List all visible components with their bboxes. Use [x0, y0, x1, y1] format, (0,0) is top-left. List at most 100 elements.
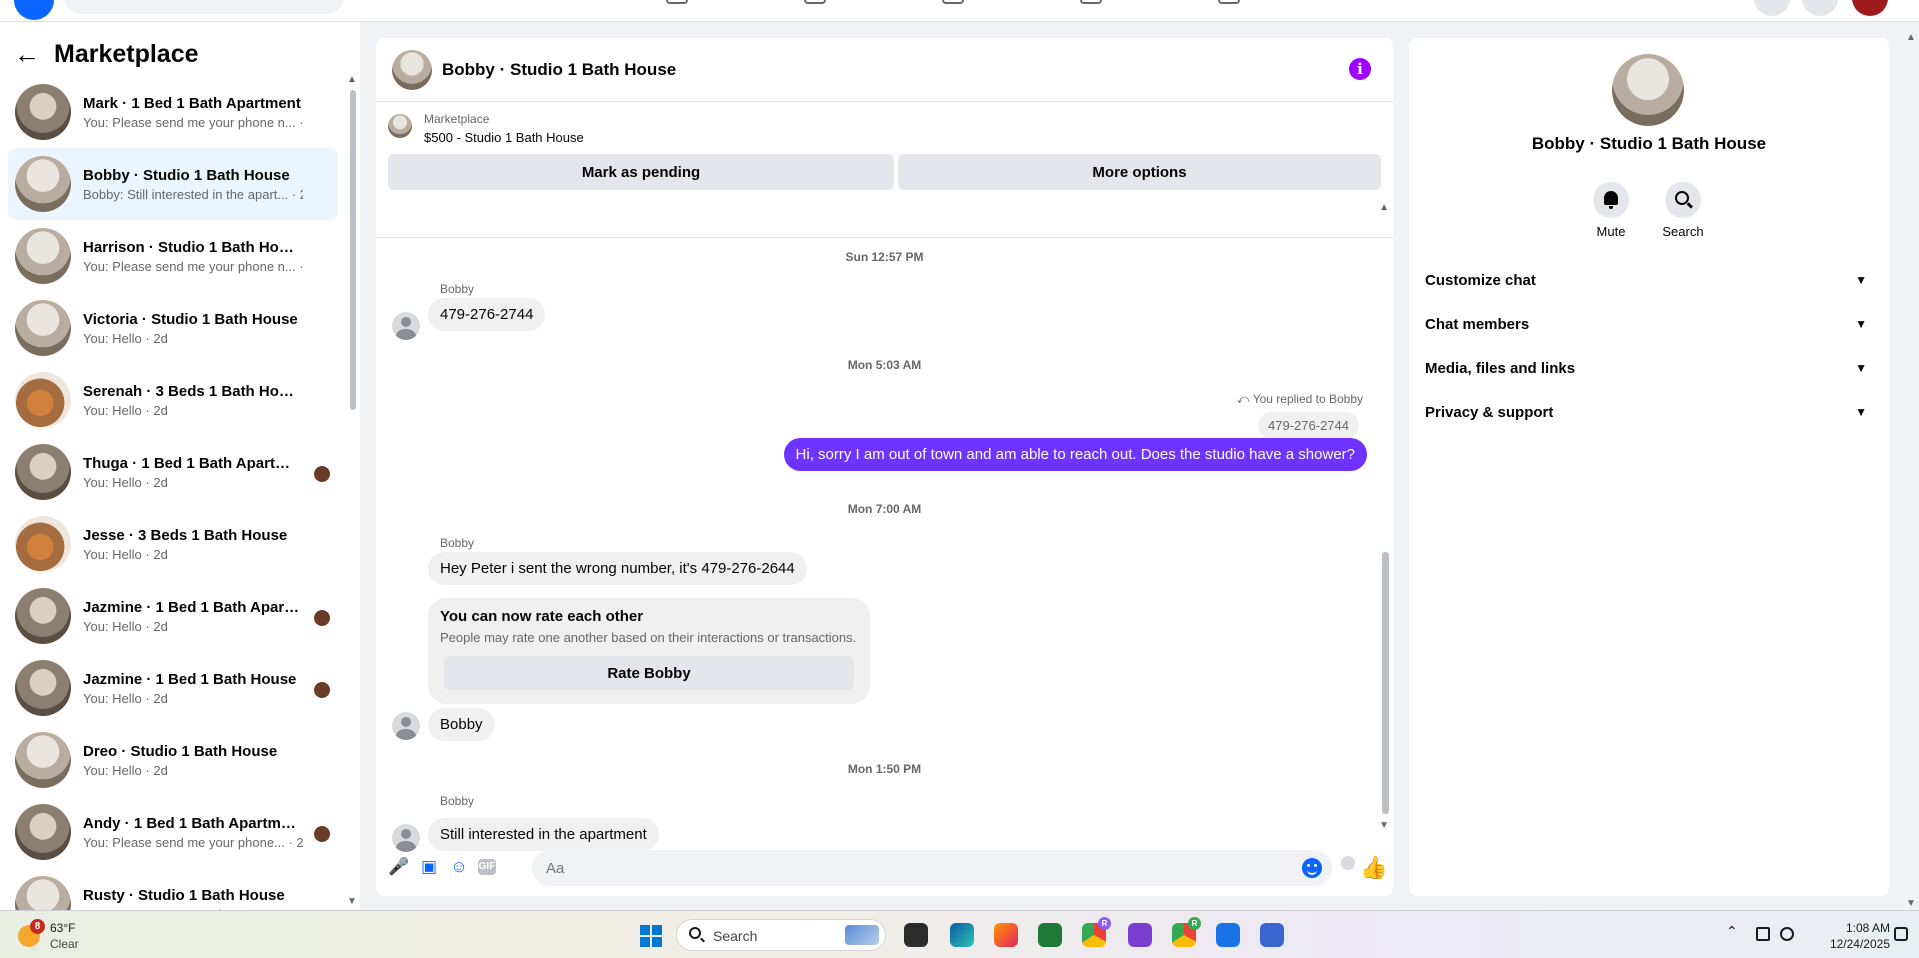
notifications-icon[interactable]: [1802, 0, 1838, 16]
message-bubble-incoming[interactable]: 479-276-2744: [428, 298, 546, 331]
emoji-icon[interactable]: [1302, 858, 1322, 878]
rate-bobby-button[interactable]: Rate Bobby: [444, 656, 854, 690]
nav-gaming-icon[interactable]: [1218, 0, 1240, 4]
nav-video-icon[interactable]: [804, 0, 826, 4]
sender-avatar-icon[interactable]: [392, 712, 420, 740]
conversation-text: Andy · 1 Bed 1 Bath Apartment You: Please…: [83, 815, 303, 850]
section-label: Media, files and links: [1425, 359, 1576, 377]
security-app-icon[interactable]: [1216, 923, 1240, 947]
sidebar-scroll-down-icon[interactable]: ▼: [347, 896, 357, 907]
weather-temperature[interactable]: 63°F: [50, 921, 75, 935]
search-in-chat-button[interactable]: Search: [1653, 182, 1713, 239]
spreadsheet-app-icon[interactable]: [1038, 923, 1062, 947]
message-input[interactable]: [532, 850, 1332, 886]
listing-price-title[interactable]: $500 - Studio 1 Bath House: [424, 130, 584, 145]
sidebar-scroll-up-icon[interactable]: ▲: [347, 74, 357, 85]
chat-scrollbar[interactable]: [1382, 552, 1389, 814]
weather-condition[interactable]: Clear: [50, 937, 79, 951]
windows-start-icon[interactable]: [640, 925, 662, 947]
messaging-app-icon[interactable]: [1260, 923, 1284, 947]
conversation-item[interactable]: Jazmine · 1 Bed 1 Bath Apartm... You: Hel…: [8, 580, 338, 652]
conversation-preview: Bobby: Still interested in the apart... …: [83, 186, 303, 202]
conversation-item[interactable]: Thuga · 1 Bed 1 Bath Apartment You: Hello…: [8, 436, 338, 508]
more-options-button[interactable]: More options: [898, 154, 1381, 190]
chat-title[interactable]: Bobby · Studio 1 Bath House: [442, 60, 676, 80]
edge-browser-icon[interactable]: [950, 923, 974, 947]
chat-panel: Bobby · Studio 1 Bath House i Marketplac…: [376, 38, 1393, 896]
chat-scroll-down-icon[interactable]: ▼: [1379, 820, 1389, 831]
section-privacy-support[interactable]: Privacy & support ▼: [1425, 394, 1873, 430]
sender-avatar-icon[interactable]: [392, 312, 420, 340]
firefox-icon[interactable]: [994, 923, 1018, 947]
search-icon: [689, 927, 701, 939]
conversation-item[interactable]: Dreo · Studio 1 Bath House You: Hello · 2…: [8, 724, 338, 796]
reply-quote[interactable]: 479-276-2744: [1258, 412, 1359, 439]
snipping-tool-icon[interactable]: [1128, 923, 1152, 947]
conversation-name: Thuga · 1 Bed 1 Bath Apartment: [83, 454, 303, 472]
notification-center-icon[interactable]: [1894, 927, 1908, 941]
sidebar-header: ← Marketplace: [14, 36, 199, 72]
conversation-item[interactable]: Jesse · 3 Beds 1 Bath House You: Hello · …: [8, 508, 338, 580]
message-bubble-incoming[interactable]: Hey Peter i sent the wrong number, it's …: [428, 552, 807, 585]
menu-grid-icon[interactable]: [1754, 0, 1790, 16]
tray-chevron-up-icon[interactable]: ⌃: [1726, 923, 1738, 940]
taskbar-search[interactable]: Search: [676, 919, 886, 951]
page-scroll-up-icon[interactable]: ▲: [1906, 32, 1916, 43]
section-label: Customize chat: [1425, 271, 1536, 289]
conversation-item[interactable]: Victoria · Studio 1 Bath House You: Hello…: [8, 292, 338, 364]
thumbs-up-icon[interactable]: 👍: [1360, 855, 1387, 881]
listing-thumbnail: [15, 660, 71, 716]
listing-thumbnail: [15, 156, 71, 212]
weather-badge: 8: [30, 919, 45, 934]
chat-thumbnail[interactable]: [392, 49, 432, 90]
conversation-item[interactable]: Bobby · Studio 1 Bath House Bobby: Still …: [8, 148, 338, 220]
search-label: Search: [1662, 224, 1704, 239]
network-icon[interactable]: [1756, 927, 1770, 941]
details-thumbnail[interactable]: [1612, 54, 1684, 126]
facebook-search-input[interactable]: [64, 0, 344, 14]
search-circle[interactable]: [1665, 182, 1701, 218]
conversation-item[interactable]: Harrison · Studio 1 Bath House You: Pleas…: [8, 220, 338, 292]
listing-thumbnail[interactable]: [388, 114, 412, 138]
sidebar-title: Marketplace: [54, 39, 199, 68]
mute-circle[interactable]: [1593, 182, 1629, 218]
mute-button[interactable]: Mute: [1581, 182, 1641, 239]
sidebar-scrollbar[interactable]: [350, 90, 356, 410]
section-chat-members[interactable]: Chat members ▼: [1425, 306, 1873, 342]
conversation-item[interactable]: Andy · 1 Bed 1 Bath Apartment You: Please…: [8, 796, 338, 868]
conversation-preview: You: Hello · 2d: [83, 546, 168, 562]
clock-date[interactable]: 12/24/2025: [1822, 937, 1890, 951]
message-bubble-outgoing[interactable]: Hi, sorry I am out of town and am able t…: [783, 438, 1367, 471]
details-title: Bobby · Studio 1 Bath House: [1531, 134, 1767, 153]
conversation-item[interactable]: Jazmine · 1 Bed 1 Bath House You: Hello ·…: [8, 652, 338, 724]
volume-icon[interactable]: [1780, 927, 1794, 941]
microphone-icon[interactable]: 🎤: [388, 856, 410, 878]
conversation-item[interactable]: Serenah · 3 Beds 1 Bath House You: Hello …: [8, 364, 338, 436]
back-arrow-icon[interactable]: ←: [14, 39, 44, 70]
nav-groups-icon[interactable]: [1080, 0, 1102, 4]
search-icon: [1675, 191, 1689, 205]
mark-pending-button[interactable]: Mark as pending: [388, 154, 894, 190]
account-avatar[interactable]: [1852, 0, 1888, 16]
seen-avatar-icon: [314, 826, 330, 842]
nav-home-icon[interactable]: [666, 0, 688, 4]
profile-badge: R: [1098, 917, 1111, 930]
task-view-icon[interactable]: [904, 923, 928, 947]
bell-icon: [1604, 191, 1618, 209]
sticker-icon[interactable]: ☺: [448, 856, 470, 878]
clock-time[interactable]: 1:08 AM: [1834, 921, 1890, 935]
info-icon[interactable]: i: [1349, 58, 1371, 80]
chevron-down-icon: ▼: [1855, 361, 1867, 375]
photo-icon[interactable]: ▣: [418, 856, 440, 878]
section-media-files-links[interactable]: Media, files and links ▼: [1425, 350, 1873, 386]
listing-thumbnail: [15, 444, 71, 500]
chat-scroll-up-icon[interactable]: ▲: [1379, 202, 1389, 213]
message-bubble-incoming[interactable]: Bobby: [428, 708, 495, 741]
nav-marketplace-icon[interactable]: [942, 0, 964, 4]
section-customize-chat[interactable]: Customize chat ▼: [1425, 262, 1873, 298]
gif-icon[interactable]: GIF: [478, 859, 496, 875]
windows-taskbar: 8 63°F Clear Search R R ⌃ 1:08 AM 12/24/…: [0, 910, 1919, 958]
conversation-item[interactable]: Mark · 1 Bed 1 Bath Apartment You: Please…: [8, 76, 338, 148]
facebook-logo-icon[interactable]: [14, 0, 54, 20]
page-scroll-down-icon[interactable]: ▼: [1906, 898, 1916, 909]
